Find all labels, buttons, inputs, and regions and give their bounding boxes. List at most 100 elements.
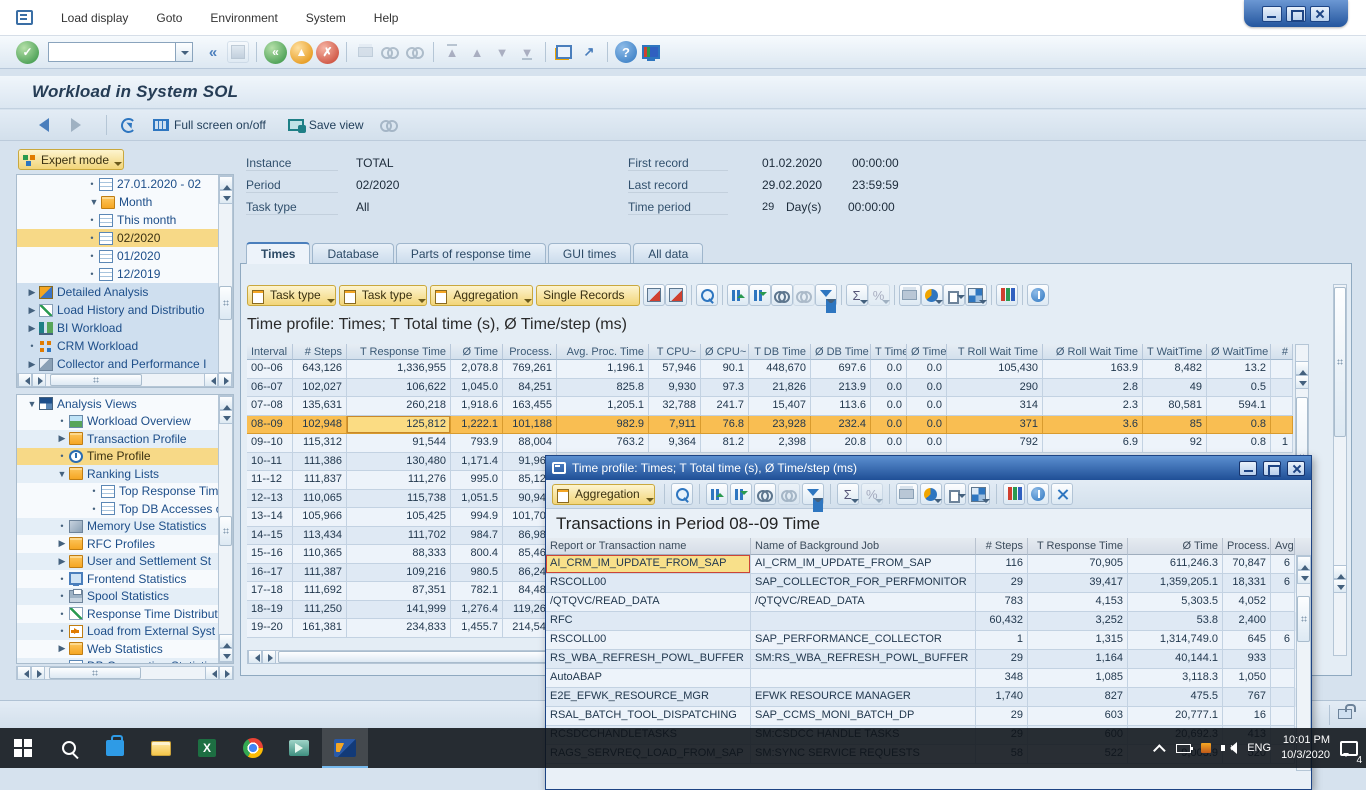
table-row[interactable]: 09--10115,31291,544793.988,004763.29,364… [247, 434, 1293, 453]
scroll-left-icon[interactable] [17, 666, 31, 680]
exit-icon[interactable]: ▲ [290, 41, 313, 64]
new-session-icon[interactable] [553, 41, 575, 63]
column-header[interactable]: Ø CPU~ [701, 344, 749, 360]
expander-icon[interactable]: • [85, 233, 99, 243]
expander-icon[interactable]: • [87, 486, 101, 496]
taskbar-chrome[interactable] [230, 728, 276, 768]
action-center-icon[interactable]: 4 [1340, 741, 1358, 756]
taskbar-store[interactable] [92, 728, 138, 768]
tab[interactable]: Times [246, 242, 310, 264]
table-row[interactable]: 06--07102,027106,6221,045.084,251825.89,… [247, 379, 1293, 398]
expander-icon[interactable]: • [55, 416, 69, 426]
tree-item[interactable]: • Load from External Syst [17, 623, 233, 641]
expander-icon[interactable]: ▼ [55, 469, 69, 479]
previous-page-icon[interactable]: ▲ [466, 41, 488, 63]
tree-item[interactable]: • This month [17, 211, 233, 229]
expander-icon[interactable]: • [85, 179, 99, 189]
layout-icon[interactable] [968, 483, 990, 505]
column-header[interactable]: Ø DB Time [811, 344, 871, 360]
tree-item[interactable]: ▶ Detailed Analysis [17, 283, 233, 301]
scroll-thumb[interactable] [219, 286, 232, 320]
tree-item[interactable]: • Workload Overview [17, 413, 233, 431]
tab[interactable]: Parts of response time [396, 243, 546, 265]
expander-icon[interactable]: • [55, 626, 69, 636]
menu-item[interactable]: Goto [142, 7, 196, 29]
column-header[interactable]: Process. [503, 344, 557, 360]
column-header[interactable]: Process. [1223, 538, 1271, 555]
scroll-up-icon[interactable] [1297, 556, 1311, 570]
column-header[interactable]: Ø WaitTime [1207, 344, 1271, 360]
dialog-title-bar[interactable]: Time profile: Times; T Total time (s), Ø… [546, 456, 1311, 480]
tree-item[interactable]: • Response Time Distribut [17, 605, 233, 623]
graphic-icon[interactable] [996, 284, 1018, 306]
command-field[interactable] [48, 42, 176, 62]
expander-icon[interactable]: ▶ [25, 305, 39, 316]
sum-icon[interactable]: Σ [837, 483, 859, 505]
taskbar-sap[interactable] [322, 728, 368, 768]
graphic-icon[interactable] [1003, 483, 1025, 505]
tree-h-scrollbar[interactable] [17, 373, 233, 387]
column-header[interactable]: T Response Time [347, 344, 451, 360]
tree-item[interactable]: • Time Profile [17, 448, 233, 466]
tree-item[interactable]: • 12/2019 [17, 265, 233, 283]
info-icon[interactable] [1027, 483, 1049, 505]
sort-ascending-icon[interactable] [706, 483, 728, 505]
scroll-right-icon[interactable] [262, 650, 276, 664]
column-header[interactable]: T Response Time [1028, 538, 1128, 555]
table-row[interactable]: RFC60,4323,25253.82,400 [546, 612, 1311, 631]
sort-descending-icon[interactable] [730, 483, 752, 505]
column-header[interactable]: Ø Time [1128, 538, 1223, 555]
expander-icon[interactable]: ▶ [55, 433, 69, 444]
command-dropdown-icon[interactable] [176, 42, 193, 62]
aggregation-button[interactable]: Aggregation [552, 484, 655, 505]
first-page-icon[interactable]: ▲ [441, 41, 463, 63]
back-icon[interactable]: « [264, 41, 287, 64]
tree-item[interactable]: ▼ Ranking Lists [17, 465, 233, 483]
tree-item[interactable]: ▼ Analysis Views [17, 395, 233, 413]
single-records-button[interactable]: Single Records [536, 285, 639, 306]
taskbar-excel[interactable]: X [184, 728, 230, 768]
taskbar-app[interactable] [276, 728, 322, 768]
last-page-icon[interactable]: ▼ [516, 41, 538, 63]
menu-item[interactable]: System [292, 7, 360, 29]
tree-item[interactable]: ▶ Load History and Distributio [17, 301, 233, 319]
glasses-icon[interactable] [378, 114, 400, 136]
sort-ascending-icon[interactable] [727, 284, 749, 306]
subtotal-icon[interactable]: % [861, 483, 883, 505]
export-icon[interactable] [943, 284, 965, 306]
scroll-right-icon[interactable] [218, 373, 232, 387]
taskbar-search[interactable] [46, 728, 92, 768]
details-icon[interactable] [671, 483, 693, 505]
scroll-thumb[interactable] [219, 516, 232, 546]
info-icon[interactable] [1027, 284, 1049, 306]
aggregation-button[interactable]: Aggregation [430, 285, 533, 306]
scroll-thumb[interactable] [1297, 596, 1310, 642]
find-icon[interactable] [754, 483, 776, 505]
expander-icon[interactable]: ▼ [87, 197, 101, 207]
table-row[interactable]: AutoABAP3481,0853,118.31,050 [546, 669, 1311, 688]
tree-item[interactable]: • 27.01.2020 - 02 [17, 175, 233, 193]
views-icon[interactable] [921, 284, 943, 306]
column-header[interactable]: T WaitTime [1143, 344, 1207, 360]
views-icon[interactable] [920, 483, 942, 505]
task-type-button[interactable]: Task type [339, 285, 428, 306]
column-header[interactable]: Avg. Proc. Time [557, 344, 649, 360]
tree-item[interactable]: • Top Response Time [17, 483, 233, 501]
table-row[interactable]: 00--06643,1261,336,9552,078.8769,2611,19… [247, 360, 1293, 379]
tab[interactable]: GUI times [548, 243, 631, 265]
customize-layout-icon[interactable] [640, 41, 662, 63]
start-button[interactable] [0, 728, 46, 768]
column-header[interactable]: # [1271, 344, 1293, 360]
back-button[interactable] [24, 115, 57, 135]
scroll-down-icon[interactable] [1295, 375, 1309, 389]
column-header[interactable]: Ø Time [451, 344, 503, 360]
choose-detail-icon[interactable] [665, 284, 687, 306]
print-icon[interactable] [354, 41, 376, 63]
close-icon[interactable] [1310, 6, 1330, 22]
filter-icon[interactable] [815, 284, 837, 306]
column-header[interactable]: Avg. [1271, 538, 1295, 555]
scroll-right-icon[interactable] [32, 373, 46, 387]
save-view-button[interactable]: Save view [280, 115, 372, 135]
scroll-left-icon[interactable] [205, 666, 219, 680]
scroll-up-icon[interactable] [1295, 361, 1309, 375]
